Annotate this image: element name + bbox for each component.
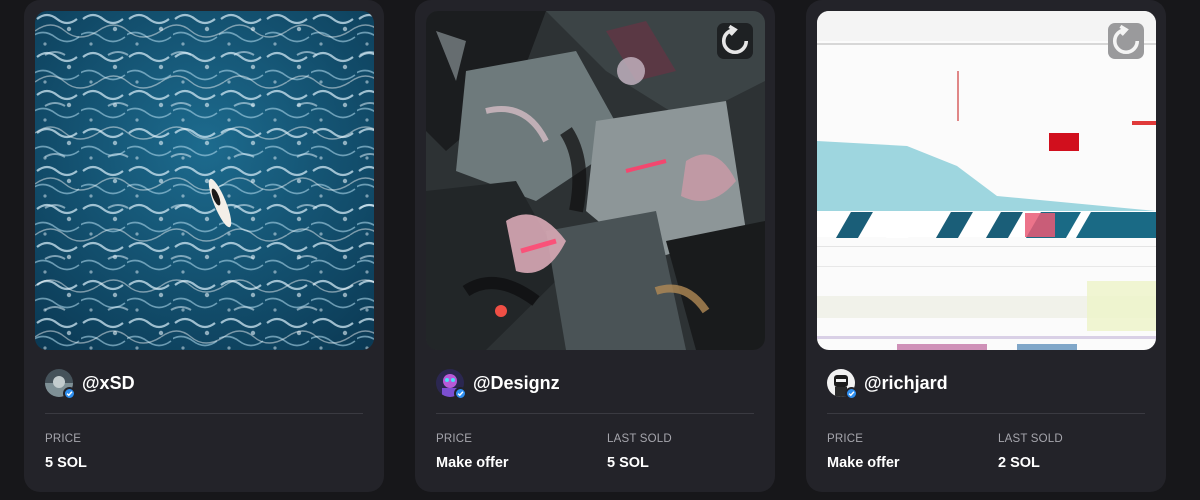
nft-card[interactable]: @richjard PRICE Make offer LAST SOLD 2 S… [806, 0, 1166, 492]
price-label: PRICE [45, 433, 82, 445]
creator-link[interactable]: @richjard [827, 367, 948, 400]
nft-card[interactable]: @Designz PRICE Make offer LAST SOLD 5 SO… [415, 0, 775, 492]
glitch-artwork [817, 11, 1156, 350]
divider [436, 413, 754, 414]
price-block: PRICE Make offer [436, 433, 509, 471]
refresh-button[interactable] [717, 23, 753, 59]
last-sold-value: 2 SOL [998, 455, 1040, 471]
avatar [827, 369, 858, 400]
nft-image[interactable] [817, 11, 1156, 350]
last-sold-value: 5 SOL [607, 455, 649, 471]
refresh-icon [721, 24, 749, 55]
price-value: Make offer [827, 455, 900, 471]
refresh-icon [1112, 24, 1140, 55]
verified-badge-icon [454, 387, 467, 400]
creator-username: @xSD [82, 372, 135, 393]
last-sold-block: LAST SOLD 5 SOL [607, 433, 672, 471]
divider [827, 413, 1145, 414]
price-value: 5 SOL [45, 455, 87, 471]
price-block: PRICE 5 SOL [45, 433, 87, 471]
price-label: PRICE [436, 433, 473, 445]
creator-username: @richjard [864, 372, 948, 393]
creator-link[interactable]: @xSD [45, 367, 135, 400]
ocean-surfer-artwork [35, 11, 374, 350]
nft-image[interactable] [426, 11, 765, 350]
divider [45, 413, 363, 414]
avatar [45, 369, 76, 400]
verified-badge-icon [63, 387, 76, 400]
price-label: PRICE [827, 433, 864, 445]
nft-card-grid: @xSD PRICE 5 SOL @Designz PRICE Make off… [0, 0, 1200, 500]
price-block: PRICE Make offer [827, 433, 900, 471]
nft-card[interactable]: @xSD PRICE 5 SOL [24, 0, 384, 492]
abstract-paint-artwork [426, 11, 765, 350]
creator-username: @Designz [473, 372, 560, 393]
avatar [436, 369, 467, 400]
last-sold-label: LAST SOLD [607, 433, 672, 445]
refresh-button[interactable] [1108, 23, 1144, 59]
last-sold-block: LAST SOLD 2 SOL [998, 433, 1063, 471]
verified-badge-icon [845, 387, 858, 400]
price-value: Make offer [436, 455, 509, 471]
creator-link[interactable]: @Designz [436, 367, 560, 400]
last-sold-label: LAST SOLD [998, 433, 1063, 445]
nft-image[interactable] [35, 11, 374, 350]
